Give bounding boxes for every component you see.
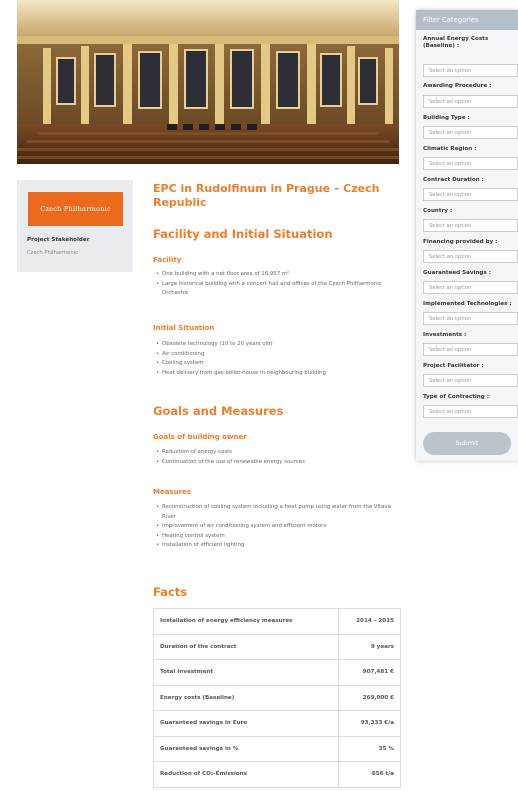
measures-list: Reconstruction of cooling system includi… [156,503,396,551]
filter-select-project-facilitator[interactable]: Select an option [423,374,518,387]
list-item: One building with a net floor area of 16… [156,270,396,280]
fact-label: Duration of the contract [153,634,339,660]
filter-select-country[interactable]: Select an option [423,219,518,232]
list-item: Heat delivery from gas boiler-house in n… [156,369,396,379]
facility-list: One building with a net floor area of 16… [156,270,396,299]
list-item: Cooling system [156,359,396,369]
goals-list: Reduction of energy costs Continuation o… [156,448,396,467]
subheading-goals: Goals of building owner [153,433,247,441]
fact-value: 269,000 € [338,685,401,711]
fact-value: 35 % [338,736,401,762]
fact-label: Reduction of CO₂-Emissions [153,761,339,788]
filter-panel: Filter Categories Annual Energy Costs (B… [416,10,518,461]
section-heading-facts: Facts [153,585,188,599]
submit-button[interactable]: Submit [423,432,511,455]
list-item: Improvement of air conditioning system a… [156,522,396,532]
initial-situation-list: Obsolete technology (10 to 20 years old)… [156,340,396,378]
list-item: Obsolete technology (10 to 20 years old) [156,340,396,350]
filter-select-awarding-procedure[interactable]: Select an option [423,95,518,108]
filter-select-building-type[interactable]: Select an option [423,126,518,139]
filter-select-climatic-region[interactable]: Select an option [423,157,518,170]
filter-label-project-facilitator: Project Facilitator : [423,363,484,369]
filter-label-contract-duration: Contract Duration : [423,177,484,183]
filter-select-implemented-technologies[interactable]: Select an option [423,312,518,325]
filter-label-investments: Investments : [423,332,467,338]
stakeholder-value: Czech Philharmonic [27,250,78,256]
section-heading-goals: Goals and Measures [153,404,284,418]
filter-label-implemented-technologies: Implemented Technologies : [423,301,512,307]
fact-label: Guaranteed savings in % [153,736,339,762]
filter-select-contract-duration[interactable]: Select an option [423,188,518,201]
hero-image [17,0,399,164]
fact-label: Energy costs (Baseline) [153,685,339,711]
fact-value: 9 years [338,634,401,660]
table-row: Energy costs (Baseline) 269,000 € [153,685,401,711]
fact-label: Guaranteed savings in Euro [153,710,339,737]
fact-value: 2014 – 2015 [338,608,401,635]
fact-label: Installation of energy efficiency measur… [153,608,339,635]
subheading-measures: Measures [153,488,191,496]
fact-value: 656 t/a [338,761,401,788]
stakeholder-logo[interactable]: Czech Philharmonic [28,192,123,226]
subheading-facility: Facility [153,256,182,264]
table-row: Installation of energy efficiency measur… [153,608,401,635]
filter-label-annual-energy-costs: Annual Energy Costs (Baseline) : [423,36,489,49]
filter-label-guaranteed-savings: Guaranteed Savings : [423,270,491,276]
table-row: Duration of the contract 9 years [153,634,401,660]
subheading-initial-situation: Initial Situation [153,324,215,332]
facts-table: Installation of energy efficiency measur… [153,608,401,788]
fact-value: 907,481 € [338,659,401,686]
list-item: Air conditioning [156,350,396,360]
table-row: Total Investment 907,481 € [153,659,401,686]
stakeholder-card: Czech Philharmonic Project Stakeholder C… [17,180,133,272]
filter-label-climatic-region: Climatic Region : [423,146,477,152]
list-item: Reduction of energy costs [156,448,396,458]
filter-label-country: Country : [423,208,453,214]
filter-select-investments[interactable]: Select an option [423,343,518,356]
table-row: Guaranteed savings in % 35 % [153,736,401,762]
filter-select-annual-energy-costs[interactable]: Select an option [423,64,518,77]
filter-select-type-of-contracting[interactable]: Select an option [423,405,518,418]
filter-label-financing: Financing provided by : [423,239,498,245]
stakeholder-label: Project Stakeholder [27,237,90,243]
filter-label-type-of-contracting: Type of Contracting : [423,394,489,400]
fact-value: 93,333 €/a [338,710,401,737]
table-row: Guaranteed savings in Euro 93,333 €/a [153,710,401,737]
list-item: Large historical building with a concert… [156,280,396,299]
list-item: Installation of efficient lighting [156,541,396,551]
table-row: Reduction of CO₂-Emissions 656 t/a [153,761,401,788]
list-item: Reconstruction of cooling system includi… [156,503,396,522]
list-item: Heating control system [156,532,396,542]
fact-label: Total Investment [153,659,339,686]
filter-title: Filter Categories [416,10,518,30]
section-heading-facility: Facility and Initial Situation [153,227,333,241]
filter-label-building-type: Building Type : [423,115,470,121]
filter-select-guaranteed-savings[interactable]: Select an option [423,281,518,294]
list-item: Continuation of the use of renewable ene… [156,458,396,468]
page-title: EPC in Rudolfinum in Prague – Czech Repu… [153,182,380,209]
filter-label-awarding-procedure: Awarding Procedure : [423,83,492,89]
filter-select-financing[interactable]: Select an option [423,250,518,263]
